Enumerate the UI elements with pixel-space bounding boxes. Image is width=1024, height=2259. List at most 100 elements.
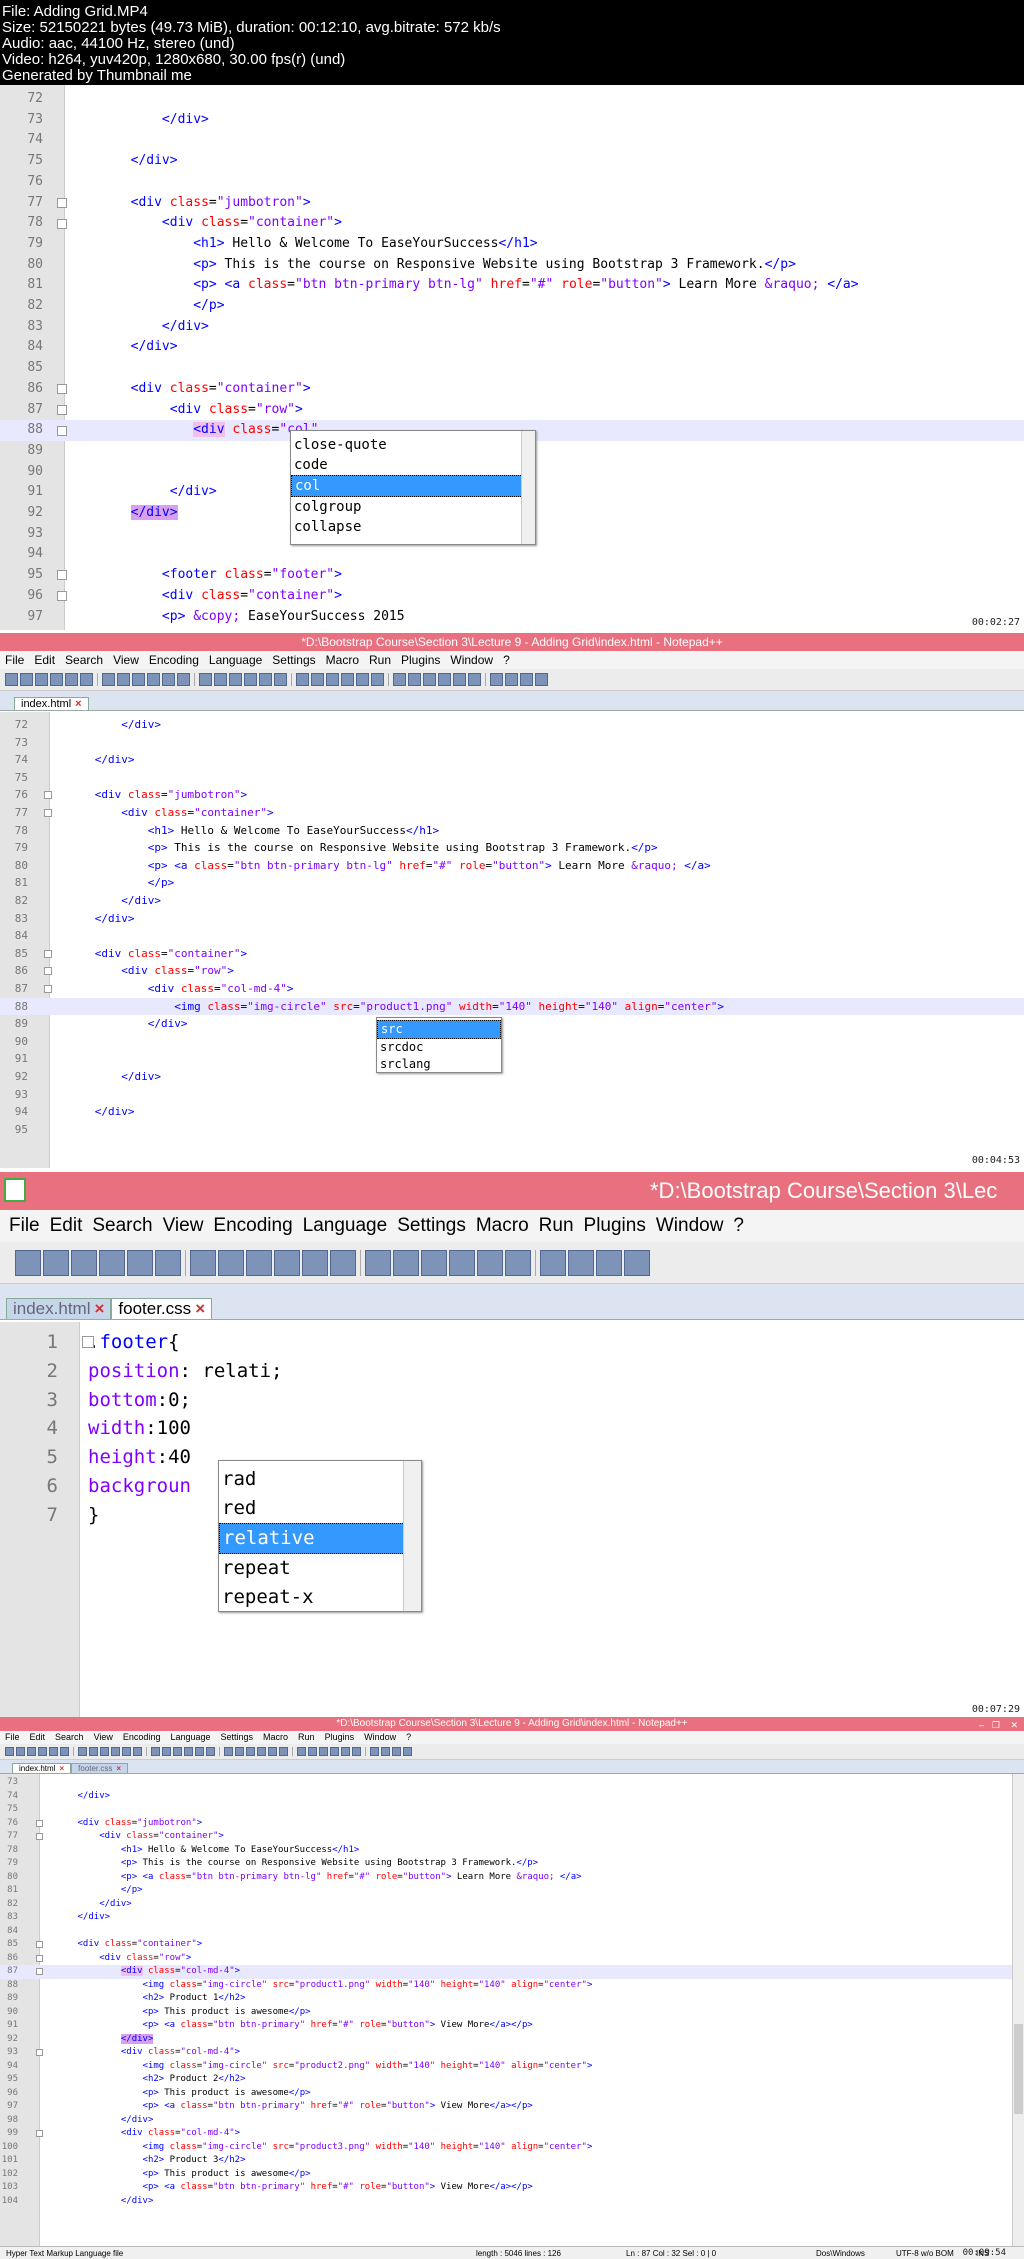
code-line[interactable]: 7} — [0, 1501, 1024, 1530]
toolbar-button-icon[interactable] — [111, 1747, 120, 1756]
toolbar-button-icon[interactable] — [20, 673, 33, 686]
file-tab[interactable]: index.html × — [6, 1298, 112, 1319]
menu-item[interactable]: Window — [359, 1731, 401, 1744]
code-line[interactable]: 2 position: relati; — [0, 1357, 1024, 1386]
fold-marker-icon[interactable] — [44, 984, 52, 993]
toolbar-button-icon[interactable] — [229, 673, 242, 686]
toolbar-button-icon[interactable] — [468, 673, 481, 686]
maximize-icon[interactable]: ❐ — [992, 1718, 1000, 1731]
toolbar-button-icon[interactable] — [147, 673, 160, 686]
toolbar-button-icon[interactable] — [100, 1747, 109, 1756]
fold-marker-icon[interactable] — [36, 1968, 43, 1976]
toolbar-button-icon[interactable] — [421, 1249, 447, 1276]
toolbar-button-icon[interactable] — [127, 1249, 153, 1276]
code-line[interactable]: 88 <img class="img-circle" src="product1… — [0, 997, 1024, 1016]
close-tab-icon[interactable]: × — [59, 1764, 64, 1773]
toolbar-button-icon[interactable] — [438, 673, 451, 686]
menu-item[interactable]: Language — [165, 1731, 215, 1744]
menu-item[interactable]: Settings — [267, 651, 320, 669]
code-line[interactable]: 77 <div class="container"> — [0, 1830, 1024, 1844]
fold-marker-icon[interactable] — [57, 570, 67, 581]
menu-item[interactable]: Encoding — [144, 651, 204, 669]
toolbar-button-icon[interactable] — [596, 1249, 622, 1276]
code-line[interactable]: 87 <div class="row"> — [0, 400, 1024, 421]
code-line[interactable]: 74 </div> — [0, 751, 1024, 769]
menu-item[interactable]: Plugins — [320, 1731, 360, 1744]
code-line[interactable]: 84 </div> — [0, 337, 1024, 358]
toolbar-button-icon[interactable] — [78, 1747, 87, 1756]
autocomplete-item[interactable]: col — [291, 475, 535, 497]
autocomplete-item[interactable]: srclang — [377, 1056, 501, 1073]
toolbar-button-icon[interactable] — [257, 1747, 266, 1756]
fold-marker-icon[interactable] — [57, 218, 67, 229]
autocomplete-item[interactable]: close-quote — [291, 435, 535, 455]
code-line[interactable]: 92 </div> — [0, 2033, 1024, 2047]
close-tab-icon[interactable]: × — [94, 1299, 104, 1319]
toolbar-button-icon[interactable] — [330, 1249, 356, 1276]
code-line[interactable]: 85 <div class="container"> — [0, 1938, 1024, 1952]
toolbar-button-icon[interactable] — [393, 673, 406, 686]
toolbar-button-icon[interactable] — [341, 1747, 350, 1756]
toolbar-button-icon[interactable] — [71, 1249, 97, 1276]
toolbar-button-icon[interactable] — [132, 673, 145, 686]
code-editor[interactable]: 1 .footer{2 position: relati; 3 bottom:0; 4 wi… — [0, 1322, 1024, 1717]
toolbar-button-icon[interactable] — [35, 673, 48, 686]
code-line[interactable]: 77 <div class="jumbotron"> — [0, 193, 1024, 214]
toolbar-button-icon[interactable] — [302, 1249, 328, 1276]
toolbar-button-icon[interactable] — [50, 673, 63, 686]
code-line[interactable]: 76 <div class="jumbotron"> — [0, 1817, 1024, 1831]
autocomplete-list[interactable]: close-quote code col colgroup collapse — [290, 430, 536, 545]
menu-item[interactable]: Search — [87, 1210, 157, 1242]
code-line[interactable]: 72 </div> — [0, 716, 1024, 734]
toolbar-button-icon[interactable] — [65, 673, 78, 686]
toolbar-button-icon[interactable] — [311, 673, 324, 686]
toolbar-button-icon[interactable] — [173, 1747, 182, 1756]
menu-item[interactable]: Search — [50, 1731, 89, 1744]
menu-item[interactable]: Language — [204, 651, 267, 669]
autocomplete-item[interactable]: rad — [219, 1465, 421, 1494]
toolbar-button-icon[interactable] — [371, 673, 384, 686]
toolbar-button-icon[interactable] — [393, 1249, 419, 1276]
toolbar-button-icon[interactable] — [16, 1747, 25, 1756]
toolbar-button-icon[interactable] — [246, 1747, 255, 1756]
code-line[interactable]: 6 backgroun — [0, 1472, 1024, 1501]
code-line[interactable]: 83 </div> — [0, 317, 1024, 338]
menu-item[interactable]: Edit — [45, 1210, 88, 1242]
code-line[interactable]: 4 width:100 — [0, 1414, 1024, 1443]
close-tab-icon[interactable]: × — [195, 1299, 205, 1319]
fold-marker-icon[interactable] — [57, 425, 67, 436]
fold-marker-icon[interactable] — [44, 791, 52, 800]
menu-item[interactable]: Edit — [25, 1731, 51, 1744]
toolbar-button-icon[interactable] — [5, 673, 18, 686]
toolbar-button-icon[interactable] — [341, 673, 354, 686]
menu-item[interactable]: View — [108, 651, 144, 669]
code-line[interactable]: 78 <div class="container"> — [0, 213, 1024, 234]
autocomplete-list[interactable]: rad red relative repeat repeat-x — [218, 1460, 422, 1612]
code-line[interactable]: 98 </div> — [0, 2114, 1024, 2128]
autocomplete-item[interactable]: repeat-x — [219, 1583, 421, 1612]
menu-item[interactable]: Macro — [471, 1210, 534, 1242]
fold-marker-icon[interactable] — [57, 384, 67, 395]
toolbar-button-icon[interactable] — [43, 1249, 69, 1276]
toolbar-button-icon[interactable] — [423, 673, 436, 686]
toolbar-button-icon[interactable] — [102, 673, 115, 686]
code-line[interactable]: 94 </div> — [0, 1103, 1024, 1121]
toolbar-button-icon[interactable] — [505, 1249, 531, 1276]
menu-item[interactable]: Edit — [29, 651, 60, 669]
code-line[interactable]: 79 <p> This is the course on Responsive … — [0, 1857, 1024, 1871]
toolbar-button-icon[interactable] — [155, 1249, 181, 1276]
code-line[interactable]: 80 <p> <a class="btn btn-primary btn-lg"… — [0, 1871, 1024, 1885]
close-icon[interactable]: ✕ — [1010, 1718, 1018, 1731]
toolbar-button-icon[interactable] — [403, 1747, 412, 1756]
toolbar-button-icon[interactable] — [274, 673, 287, 686]
autocomplete-item[interactable]: srcdoc — [377, 1039, 501, 1056]
fold-marker-icon[interactable] — [57, 197, 67, 208]
toolbar-button-icon[interactable] — [151, 1747, 160, 1756]
code-line[interactable]: 101 <h2> Product 3</h2> — [0, 2154, 1024, 2168]
autocomplete-item[interactable]: colgroup — [291, 497, 535, 517]
toolbar-button-icon[interactable] — [308, 1747, 317, 1756]
code-line[interactable]: 81 </p> — [0, 874, 1024, 892]
toolbar-button-icon[interactable] — [60, 1747, 69, 1756]
menu-item[interactable]: ? — [401, 1731, 416, 1744]
file-tab[interactable]: footer.css × — [111, 1298, 213, 1319]
